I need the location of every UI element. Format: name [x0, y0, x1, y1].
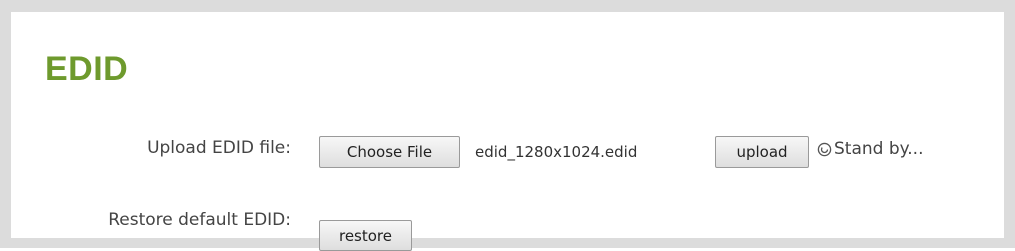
restore-button[interactable]: restore: [319, 220, 412, 251]
upload-button[interactable]: upload: [715, 136, 809, 168]
upload-edid-label: Upload EDID file:: [147, 138, 291, 158]
upload-status-text: Stand by...: [834, 139, 924, 159]
restore-edid-label: Restore default EDID:: [108, 210, 291, 230]
edid-settings-frame: EDID Upload EDID file: Choose File edid_…: [0, 0, 1015, 251]
section-title: EDID: [45, 50, 129, 88]
edid-panel: EDID Upload EDID file: Choose File edid_…: [11, 12, 1004, 251]
upload-status: Stand by...: [817, 139, 923, 159]
busy-spinner-icon: [817, 142, 832, 156]
selected-filename: edid_1280x1024.edid: [475, 143, 638, 161]
choose-file-button[interactable]: Choose File: [319, 136, 460, 168]
